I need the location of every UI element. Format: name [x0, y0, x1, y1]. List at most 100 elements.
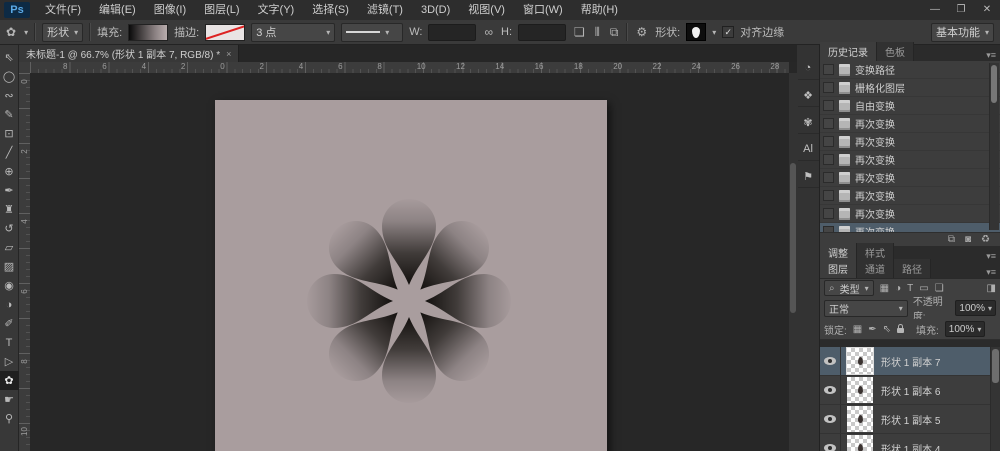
history-scrollbar[interactable]	[989, 63, 999, 230]
lock-image-pixels-icon[interactable]: ✒	[868, 324, 876, 335]
history-source-well[interactable]	[823, 100, 834, 111]
layer-filter-kind-dropdown[interactable]: ⌕ 类型 ▾	[824, 280, 874, 296]
height-input[interactable]	[518, 24, 566, 41]
tab-图层[interactable]: 图层	[820, 259, 857, 278]
history-source-well[interactable]	[823, 190, 834, 201]
healing-brush-tool[interactable]: ⊕	[0, 162, 19, 181]
character-panel-icon[interactable]: Al	[798, 138, 819, 161]
history-source-well[interactable]	[823, 172, 834, 183]
menu-item-1[interactable]: 编辑(E)	[90, 0, 145, 20]
dodge-tool[interactable]: ◑	[0, 295, 19, 314]
clone-stamp-tool[interactable]: ♜	[0, 200, 19, 219]
history-source-well[interactable]	[823, 136, 834, 147]
color-panel-icon[interactable]: ❖	[798, 84, 819, 107]
crop-tool[interactable]: ⊡	[0, 124, 19, 143]
layers-scrollbar[interactable]	[990, 347, 1000, 451]
stroke-style-dropdown[interactable]: ▾	[341, 23, 403, 42]
history-state[interactable]: 再次变换	[820, 205, 1000, 223]
scrollbar-thumb[interactable]	[991, 65, 997, 103]
history-state[interactable]: 再次变换	[820, 169, 1000, 187]
move-tool[interactable]: ⇖	[0, 48, 19, 67]
scrollbar-thumb[interactable]	[790, 163, 796, 313]
quick-selection-tool[interactable]: ✎	[0, 105, 19, 124]
tab-路径[interactable]: 路径	[894, 259, 931, 278]
layer-thumbnail[interactable]	[847, 348, 873, 374]
close-button[interactable]: ✕	[974, 0, 1000, 20]
panel-menu-icon[interactable]: ▾≡	[986, 251, 996, 262]
shape-preset-thumbnail[interactable]	[686, 23, 706, 41]
layer-row[interactable]: 形状 1 副本 5	[820, 405, 1000, 434]
brush-panel-icon[interactable]: ✾	[798, 111, 819, 134]
custom-shape-tool[interactable]: ✿	[0, 371, 19, 390]
menu-item-4[interactable]: 文字(Y)	[249, 0, 304, 20]
filter-pixel-layers-icon[interactable]: ▦	[880, 283, 889, 294]
navigator-icon[interactable]: ◔	[798, 57, 819, 80]
fill-swatch[interactable]	[128, 24, 168, 41]
menu-item-6[interactable]: 滤镜(T)	[358, 0, 412, 20]
visibility-toggle[interactable]	[820, 376, 841, 404]
history-state[interactable]: 再次变换	[820, 133, 1000, 151]
pen-tool[interactable]: ✐	[0, 314, 19, 333]
visibility-toggle[interactable]	[820, 347, 841, 375]
history-state[interactable]: 栅格化图层	[820, 79, 1000, 97]
menu-item-10[interactable]: 帮助(H)	[572, 0, 627, 20]
restore-button[interactable]: ❐	[948, 0, 974, 20]
fill-field[interactable]: 100% ▾	[945, 321, 986, 337]
menu-item-5[interactable]: 选择(S)	[303, 0, 358, 20]
tab-历史记录[interactable]: 历史记录	[820, 42, 877, 61]
lock-transparent-pixels-icon[interactable]: ▦	[853, 324, 862, 335]
lasso-tool[interactable]: ∾	[0, 86, 19, 105]
filter-shape-layers-icon[interactable]: ▭	[919, 283, 928, 294]
history-state[interactable]: 再次变换	[820, 115, 1000, 133]
eyedropper-tool[interactable]: ╱	[0, 143, 19, 162]
marquee-tool[interactable]: ◯	[0, 67, 19, 86]
panel-menu-icon[interactable]: ▾≡	[986, 267, 996, 278]
lock-all-icon[interactable]	[897, 328, 904, 333]
path-selection-tool[interactable]: ▷	[0, 352, 19, 371]
history-source-well[interactable]	[823, 64, 834, 75]
layer-thumbnail[interactable]	[847, 435, 873, 451]
filter-adjustment-layers-icon[interactable]: ◑	[895, 283, 901, 294]
path-arrangement-icon[interactable]: ⧉	[608, 25, 621, 40]
close-document-icon[interactable]: ×	[226, 49, 231, 59]
history-source-well[interactable]	[823, 82, 834, 93]
panel-menu-icon[interactable]: ▾≡	[986, 50, 996, 61]
align-edges-checkbox[interactable]: ✓	[722, 26, 734, 38]
layer-row[interactable]: 形状 1 副本 4	[820, 434, 1000, 451]
workspace-switcher[interactable]: 基本功能 ▾	[931, 23, 994, 42]
tool-preset-caret-icon[interactable]: ▾	[24, 28, 28, 37]
width-input[interactable]	[428, 24, 476, 41]
stroke-swatch[interactable]	[205, 24, 245, 41]
scrollbar-thumb[interactable]	[992, 349, 999, 383]
notes-panel-icon[interactable]: ⚑	[798, 165, 819, 188]
gear-icon[interactable]: ⚙	[634, 25, 649, 39]
layer-row[interactable]: 形状 1 副本 7	[820, 347, 1000, 376]
history-brush-tool[interactable]: ↺	[0, 219, 19, 238]
filter-smart-objects-icon[interactable]: ❏	[935, 283, 944, 294]
new-document-from-state-icon[interactable]: ⧉	[948, 234, 955, 246]
history-source-well[interactable]	[823, 208, 834, 219]
eraser-tool[interactable]: ▱	[0, 238, 19, 257]
document-tab[interactable]: 未标题-1 @ 66.7% (形状 1 副本 7, RGB/8) * ×	[19, 45, 239, 62]
chevron-down-icon[interactable]: ▾	[712, 28, 716, 37]
tab-色板[interactable]: 色板	[877, 42, 914, 61]
history-state[interactable]: 变换路径	[820, 61, 1000, 79]
menu-item-3[interactable]: 图层(L)	[195, 0, 248, 20]
type-tool[interactable]: T	[0, 333, 19, 352]
zoom-tool[interactable]: ⚲	[0, 409, 19, 428]
minimize-button[interactable]: —	[922, 0, 948, 20]
layer-row[interactable]: 形状 1 副本 6	[820, 376, 1000, 405]
history-source-well[interactable]	[823, 154, 834, 165]
stroke-width-field[interactable]: 3 点 ▾	[251, 23, 335, 42]
lock-position-icon[interactable]: ⇖	[883, 324, 891, 335]
filter-type-layers-icon[interactable]: T	[907, 283, 913, 294]
menu-item-9[interactable]: 窗口(W)	[514, 0, 572, 20]
visibility-toggle[interactable]	[820, 434, 841, 451]
history-state[interactable]: 再次变换	[820, 151, 1000, 169]
history-state[interactable]: 自由变换	[820, 97, 1000, 115]
combine-shapes-icon[interactable]: ❏	[572, 25, 587, 39]
menu-item-0[interactable]: 文件(F)	[36, 0, 90, 20]
path-alignment-icon[interactable]: ⫴	[593, 25, 602, 40]
menu-item-8[interactable]: 视图(V)	[459, 0, 514, 20]
delete-state-icon[interactable]: ♻	[981, 234, 990, 246]
